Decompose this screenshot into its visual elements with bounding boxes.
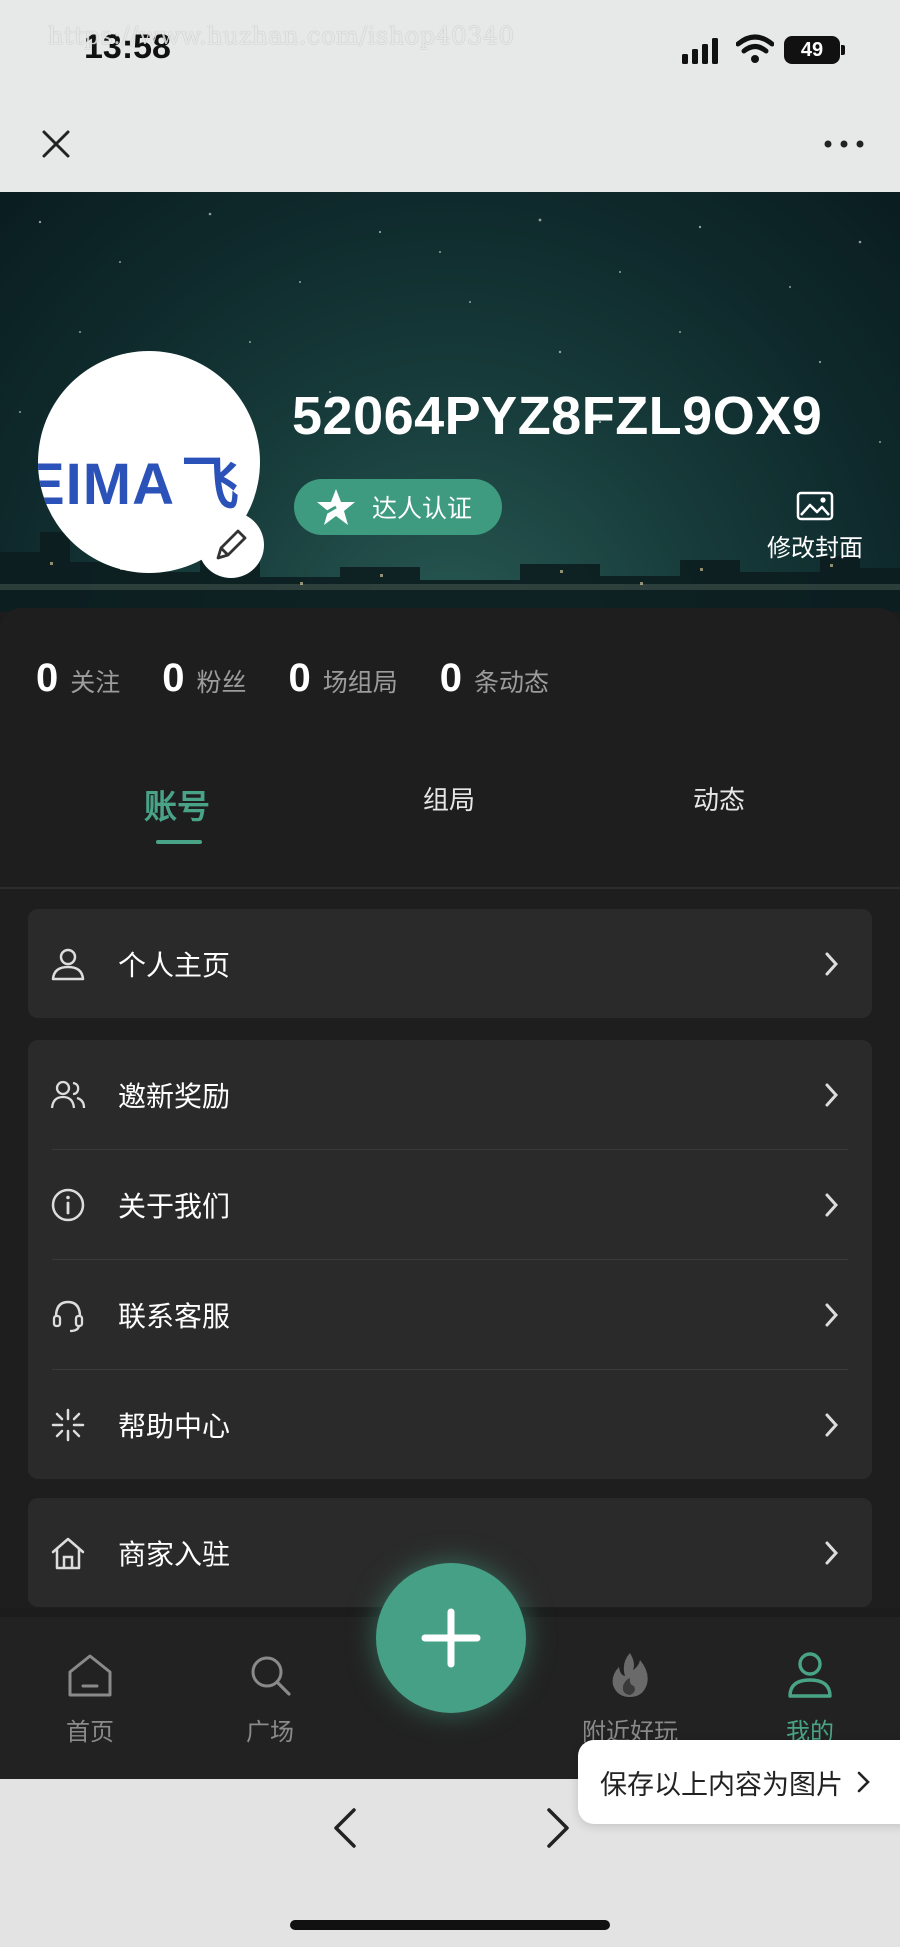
tab-group[interactable]: 组局 [423,780,475,817]
wifi-icon [736,34,774,63]
verify-badge-label: 达人认证 [372,494,473,523]
avatar-logo: EIMA 飞 [38,452,241,517]
tabbar-mine[interactable]: 我的 [750,1648,870,1747]
battery-tip [841,45,845,55]
plus-icon [421,1608,481,1668]
chevron-right-icon [825,1541,839,1565]
tab-moments[interactable]: 动态 [693,780,745,817]
menu-item-service[interactable]: 联系客服 [28,1260,872,1369]
tab-account[interactable]: 账号 [144,780,210,828]
battery-indicator: 49 [784,36,840,64]
home-icon [68,1654,112,1697]
tabs-divider [0,887,900,889]
username: 52064PYZ8FZL9OX9 [292,386,823,446]
stat-groups[interactable]: 0 场组局 [289,656,398,701]
image-icon [796,491,834,521]
more-icon[interactable] [820,130,868,158]
user-icon [788,1652,832,1698]
sparkle-icon [51,1408,85,1441]
watermark-text: https://www.huzhan.com/ishop40340 [48,22,515,50]
info-icon [51,1188,85,1221]
tab-active-indicator [156,840,202,844]
close-icon[interactable] [36,124,76,164]
tabbar-nearby[interactable]: 附近好玩 [570,1648,690,1747]
create-fab-button[interactable] [376,1563,526,1713]
stat-moments[interactable]: 0 条动态 [440,656,549,701]
fire-icon [612,1653,648,1697]
person-icon [51,948,85,980]
stat-fans[interactable]: 0 粉丝 [162,656,246,701]
signal-icon [682,38,718,64]
chevron-right-icon [825,1413,839,1437]
users-icon [50,1080,86,1108]
chevron-right-icon [825,1193,839,1217]
edit-avatar-button[interactable] [198,512,264,578]
menu-card-profile: 个人主页 [28,909,872,1018]
edit-cover-button[interactable]: 修改封面 [760,490,870,563]
stats-row: 0 关注 0 粉丝 0 场组局 0 条动态 [36,656,591,701]
chevron-right-icon [825,1303,839,1327]
edit-cover-label: 修改封面 [767,534,863,562]
tabbar-plaza[interactable]: 广场 [210,1648,330,1747]
menu-item-invite[interactable]: 邀新奖励 [28,1040,872,1149]
save-as-image-button[interactable]: 保存以上内容为图片 [578,1740,900,1824]
stat-following[interactable]: 0 关注 [36,656,120,701]
chevron-right-icon [825,952,839,976]
search-icon [251,1656,291,1696]
forward-icon[interactable] [543,1806,573,1850]
menu-item-help[interactable]: 帮助中心 [28,1370,872,1479]
pencil-icon [216,529,247,560]
star-badge-icon [317,489,355,525]
chevron-right-icon [825,1083,839,1107]
house-icon [51,1537,85,1569]
headset-icon [52,1300,84,1332]
menu-item-homepage[interactable]: 个人主页 [28,909,872,1018]
chevron-right-icon [857,1771,870,1793]
tabbar-home[interactable]: 首页 [30,1648,150,1747]
verify-badge-button[interactable]: 达人认证 [294,479,502,535]
back-icon[interactable] [330,1806,360,1850]
menu-card-main: 邀新奖励 关于我们 联系客服 帮助中心 [28,1040,872,1479]
home-indicator [290,1920,610,1930]
menu-item-about[interactable]: 关于我们 [28,1150,872,1259]
